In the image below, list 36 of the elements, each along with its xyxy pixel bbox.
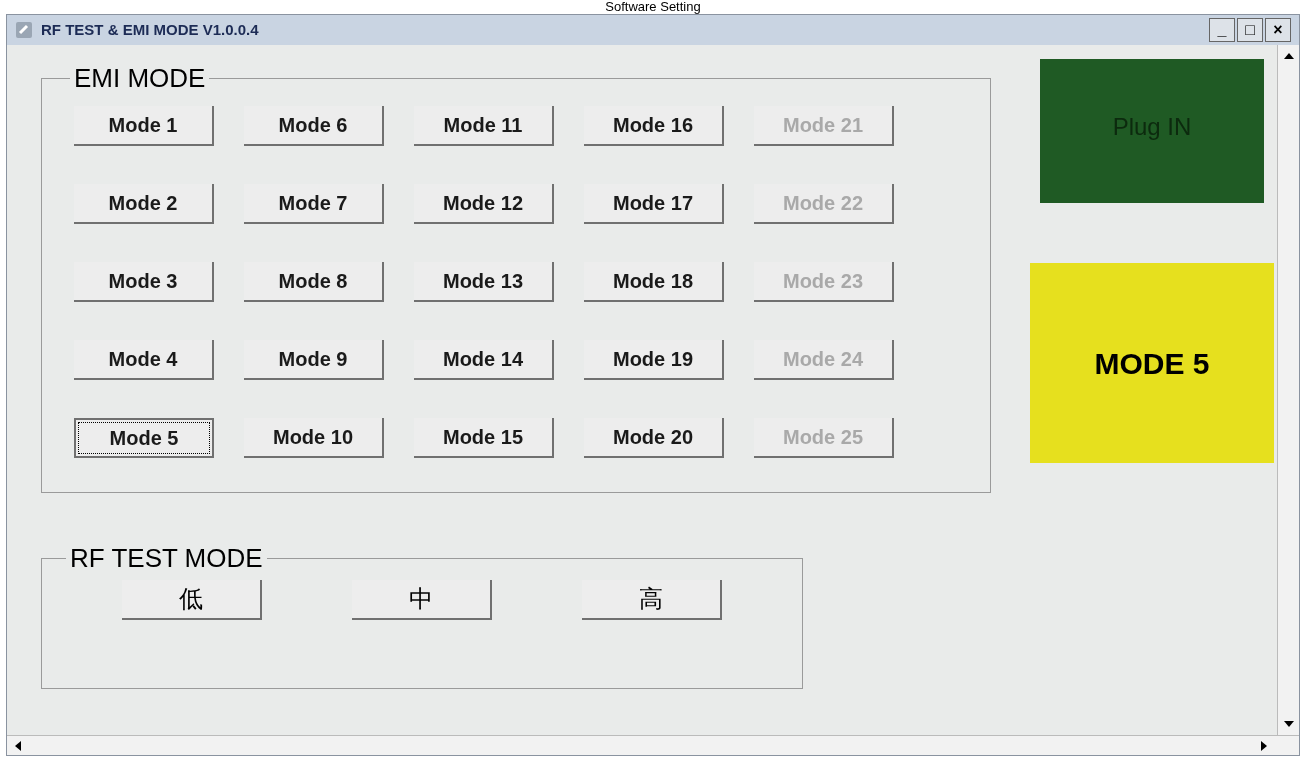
mode-button[interactable]: Mode 8 bbox=[244, 262, 384, 302]
mode-button[interactable]: Mode 10 bbox=[244, 418, 384, 458]
group-title: RF TEST MODE bbox=[69, 542, 264, 575]
mode-button[interactable]: Mode 13 bbox=[414, 262, 554, 302]
group-title: EMI MODE bbox=[73, 62, 207, 95]
mode-button[interactable]: Mode 15 bbox=[414, 418, 554, 458]
level-button[interactable]: 中 bbox=[352, 580, 492, 620]
mode-button[interactable]: Mode 5 bbox=[74, 418, 214, 458]
mode-button[interactable]: Mode 18 bbox=[584, 262, 724, 302]
scroll-down-icon[interactable] bbox=[1283, 721, 1294, 727]
app-icon bbox=[15, 21, 33, 39]
mode-button[interactable]: Mode 20 bbox=[584, 418, 724, 458]
scroll-left-icon[interactable] bbox=[15, 740, 21, 751]
mode-button[interactable]: Mode 6 bbox=[244, 106, 384, 146]
mode-button[interactable]: Mode 19 bbox=[584, 340, 724, 380]
mode-button[interactable]: Mode 17 bbox=[584, 184, 724, 224]
mode-button[interactable]: Mode 9 bbox=[244, 340, 384, 380]
mode-button[interactable]: Mode 11 bbox=[414, 106, 554, 146]
mode-button[interactable]: Mode 14 bbox=[414, 340, 554, 380]
mode-button[interactable]: Mode 12 bbox=[414, 184, 554, 224]
close-button[interactable]: × bbox=[1265, 18, 1291, 42]
mode-button[interactable]: Mode 3 bbox=[74, 262, 214, 302]
minimize-button[interactable]: _ bbox=[1209, 18, 1235, 42]
caption-text: Software Setting bbox=[605, 0, 701, 14]
mode-button[interactable]: Mode 7 bbox=[244, 184, 384, 224]
status-text: MODE 5 bbox=[1094, 345, 1210, 382]
mode-button[interactable]: Mode 1 bbox=[74, 106, 214, 146]
level-button[interactable]: 低 bbox=[122, 580, 262, 620]
mode-button[interactable]: Mode 4 bbox=[74, 340, 214, 380]
level-button[interactable]: 高 bbox=[582, 580, 722, 620]
maximize-button[interactable]: □ bbox=[1237, 18, 1263, 42]
mode-button[interactable]: Mode 2 bbox=[74, 184, 214, 224]
window-title: RF TEST & EMI MODE V1.0.0.4 bbox=[41, 19, 259, 40]
scroll-up-icon[interactable] bbox=[1283, 53, 1294, 59]
scroll-right-icon[interactable] bbox=[1261, 740, 1267, 751]
mode-button[interactable]: Mode 16 bbox=[584, 106, 724, 146]
